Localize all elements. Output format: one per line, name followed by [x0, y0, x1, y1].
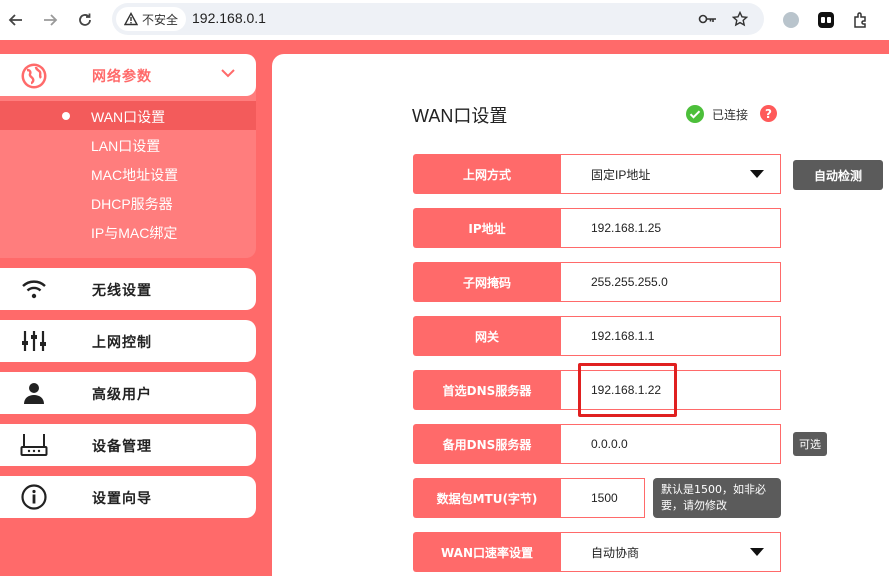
forward-button[interactable]: [38, 8, 62, 32]
gateway-input[interactable]: 192.168.1.1: [561, 316, 781, 356]
sidebar-item-device-management[interactable]: 设备管理: [0, 424, 256, 466]
dropdown-caret-icon: [750, 548, 764, 556]
sidebar-item-network-params[interactable]: 网络参数: [0, 54, 256, 96]
field-label: 子网掩码: [413, 262, 561, 302]
warning-icon: [124, 12, 138, 26]
field-label: 网关: [413, 316, 561, 356]
optional-badge: 可选: [793, 432, 827, 456]
extension-app-button[interactable]: [814, 8, 838, 32]
sidebar-subitem-ip-mac-bind[interactable]: IP与MAC绑定: [0, 217, 256, 246]
forward-arrow-icon: [44, 14, 58, 26]
active-dot-icon: [62, 112, 70, 120]
chevron-down-icon[interactable]: [220, 67, 236, 79]
reload-button[interactable]: [73, 8, 97, 32]
field-label: WAN口速率设置: [413, 532, 561, 572]
extension-app-icon: [818, 12, 834, 28]
page-title: WAN口设置: [412, 106, 508, 126]
wifi-icon: [19, 276, 49, 302]
mtu-hint-tooltip: 默认是1500，如非必要，请勿修改: [653, 478, 781, 518]
field-label: 备用DNS服务器: [413, 424, 561, 464]
ip-address-input[interactable]: 192.168.1.25: [561, 208, 781, 248]
extensions-button[interactable]: [849, 8, 873, 32]
main-panel: WAN口设置 已连接 ? 上网方式 固定IP地址 自动检测 IP地址 192.1…: [272, 54, 889, 576]
router-icon: [19, 432, 49, 458]
sidebar-item-setup-wizard[interactable]: 设置向导: [0, 476, 256, 518]
sidebar: 网络参数 WAN口设置 LAN口设置 MAC地址设置 DHCP服务器 IP与MA…: [0, 40, 272, 576]
sidebar-subitem-mac[interactable]: MAC地址设置: [0, 159, 256, 188]
subnet-mask-input[interactable]: 255.255.255.0: [561, 262, 781, 302]
field-label: 首选DNS服务器: [413, 370, 561, 410]
browser-toolbar: 不安全 192.168.0.1: [0, 0, 889, 40]
user-icon: [19, 380, 49, 406]
extension-circle-button[interactable]: [779, 8, 803, 32]
info-icon: [19, 484, 49, 510]
sidebar-item-label: 网络参数: [92, 69, 152, 85]
sidebar-subitem-lan[interactable]: LAN口设置: [0, 130, 256, 159]
security-chip[interactable]: 不安全: [116, 7, 187, 31]
connection-status: 已连接: [686, 105, 748, 123]
check-circle-icon: [686, 105, 704, 123]
url-text[interactable]: 192.168.0.1: [192, 10, 266, 26]
puzzle-icon: [854, 12, 866, 28]
bookmark-button[interactable]: [730, 9, 750, 29]
star-icon: [732, 11, 748, 27]
back-arrow-icon: [8, 14, 22, 26]
help-button[interactable]: ?: [760, 105, 777, 122]
mtu-input[interactable]: 1500: [561, 478, 645, 518]
dropdown-caret-icon: [750, 170, 764, 178]
field-label: IP地址: [413, 208, 561, 248]
connection-type-select[interactable]: 固定IP地址: [561, 154, 781, 194]
reload-icon: [79, 13, 91, 26]
sidebar-subitem-dhcp[interactable]: DHCP服务器: [0, 188, 256, 217]
key-icon: [698, 14, 716, 24]
sidebar-item-internet-control[interactable]: 上网控制: [0, 320, 256, 362]
secondary-dns-input[interactable]: 0.0.0.0: [561, 424, 781, 464]
auto-detect-button[interactable]: 自动检测: [793, 160, 883, 190]
sidebar-item-advanced-user[interactable]: 高级用户: [0, 372, 256, 414]
status-text: 已连接: [712, 107, 749, 122]
sliders-icon: [19, 328, 49, 354]
address-bar[interactable]: 不安全 192.168.0.1: [112, 3, 764, 35]
security-label: 不安全: [142, 12, 179, 27]
field-label: 上网方式: [413, 154, 561, 194]
wan-speed-select[interactable]: 自动协商: [561, 532, 781, 572]
network-params-group: 网络参数 WAN口设置 LAN口设置 MAC地址设置 DHCP服务器 IP与MA…: [0, 54, 256, 258]
sidebar-subitem-wan[interactable]: WAN口设置: [0, 101, 256, 130]
field-label: 数据包MTU(字节): [413, 478, 561, 518]
sidebar-item-wireless[interactable]: 无线设置: [0, 268, 256, 310]
password-key-button[interactable]: [698, 9, 718, 29]
highlight-box: [578, 363, 677, 417]
extension-circle-icon: [783, 12, 799, 28]
back-button[interactable]: [4, 8, 28, 32]
globe-icon: [21, 63, 47, 89]
